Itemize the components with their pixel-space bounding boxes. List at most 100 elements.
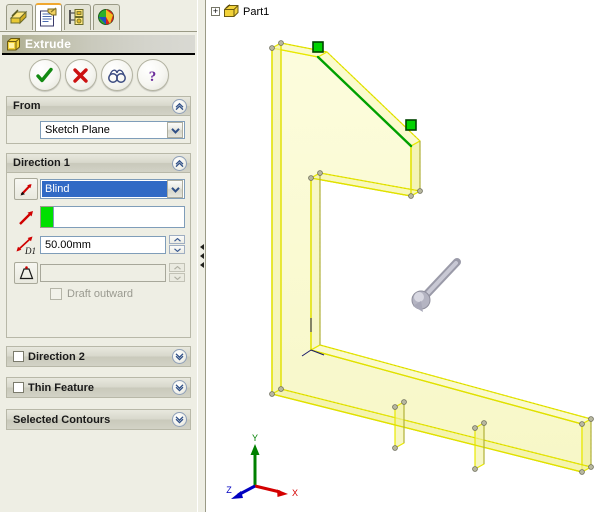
- question-icon: ?: [149, 69, 157, 85]
- vertex-dot: [481, 420, 487, 426]
- thin-feature-group-header[interactable]: Thin Feature: [7, 378, 190, 397]
- glasses-icon: [107, 69, 126, 83]
- manager-tab-strip: [0, 0, 197, 32]
- end-condition-value: Blind: [42, 181, 167, 197]
- vertex-dot: [392, 445, 398, 451]
- ok-button[interactable]: [28, 59, 61, 91]
- draft-spinner-down: [169, 273, 185, 282]
- draft-angle-input: [40, 264, 166, 282]
- chevron-down-icon: [170, 186, 180, 193]
- direction2-expand-chevron-icon[interactable]: [172, 349, 187, 364]
- reverse-direction-icon: [20, 183, 31, 195]
- vertex-dot: [579, 421, 585, 427]
- triad-y-arrow: [250, 444, 260, 455]
- chevron-down-icon: [170, 127, 180, 134]
- from-group-header[interactable]: From: [7, 97, 190, 116]
- direction2-enable-checkbox[interactable]: [13, 351, 24, 362]
- confirm-toolbar: ?: [2, 58, 195, 92]
- vertex-dot: [269, 391, 275, 397]
- selected-contours-group-header[interactable]: Selected Contours: [7, 410, 190, 429]
- from-collapse-chevron-icon[interactable]: [172, 99, 187, 114]
- display-sphere-icon: [98, 9, 114, 25]
- vertex-dot: [588, 464, 594, 470]
- splitter-arrow-icon: [199, 244, 204, 250]
- end-condition-chevron-down-icon[interactable]: [167, 180, 183, 198]
- help-button[interactable]: ?: [136, 59, 169, 91]
- direction-reference-color-swatch: [40, 206, 53, 228]
- cancel-button[interactable]: [64, 59, 97, 91]
- x-icon: [73, 67, 88, 83]
- selected-contours-group[interactable]: Selected Contours: [6, 409, 191, 430]
- chevron-down-icon: [175, 384, 184, 392]
- depth-input[interactable]: 50.00mm: [40, 236, 166, 254]
- direction2-group[interactable]: Direction 2: [6, 346, 191, 367]
- direction1-group-header[interactable]: Direction 1: [7, 154, 190, 173]
- direction1-collapse-chevron-icon[interactable]: [172, 156, 187, 171]
- from-group-body: Sketch Plane: [7, 116, 190, 145]
- drag-handle-arrow[interactable]: [411, 258, 461, 312]
- caret-up-icon: [173, 265, 181, 270]
- draft-angle-spinner: [169, 263, 185, 283]
- start-condition-value: Sketch Plane: [45, 124, 110, 136]
- property-manager-tab[interactable]: [35, 3, 62, 31]
- chevron-down-icon: [175, 353, 184, 361]
- property-clipboard-icon: [40, 7, 57, 27]
- depth-spinner-up[interactable]: [169, 235, 185, 244]
- right-end-face: [410, 140, 421, 197]
- depth-spinner-down[interactable]: [169, 245, 185, 254]
- vertex-dot: [417, 188, 423, 194]
- vertex-dot: [269, 45, 275, 51]
- draft-angle-icon: [19, 265, 33, 279]
- vertex-dot: [278, 386, 284, 392]
- svg-text:?: ?: [149, 69, 157, 85]
- direction-vector-icon: [18, 210, 33, 225]
- configuration-manager-tab[interactable]: [64, 4, 91, 30]
- splitter-arrow-icon: [199, 253, 204, 259]
- vertex-dot: [472, 425, 478, 431]
- splitter-arrow-icon: [199, 262, 204, 268]
- end-condition-combo[interactable]: Blind: [40, 179, 185, 199]
- draft-spinner-up: [169, 263, 185, 272]
- inner-wall-face: [310, 172, 321, 351]
- feature-title: Extrude: [25, 37, 72, 51]
- feature-manager-tab[interactable]: [6, 4, 33, 30]
- vertex-dot: [401, 399, 407, 405]
- left-end-face: [271, 42, 282, 395]
- graphics-viewport[interactable]: + Part1 Y X Z: [207, 0, 600, 512]
- start-condition-combo[interactable]: Sketch Plane: [40, 121, 185, 139]
- thin-feature-enable-checkbox[interactable]: [13, 382, 24, 393]
- direction2-group-header[interactable]: Direction 2: [7, 347, 190, 366]
- draft-outward-label: Draft outward: [67, 288, 134, 300]
- detailed-preview-button[interactable]: [100, 59, 133, 91]
- selected-vertex-handle: [405, 119, 417, 131]
- from-group-title: From: [13, 100, 41, 112]
- depth-d1-icon: D1: [16, 236, 36, 256]
- selected-contours-expand-chevron-icon[interactable]: [172, 412, 187, 427]
- draft-on-off-button[interactable]: [14, 262, 38, 284]
- feature-tree-icon: [9, 9, 28, 25]
- chevron-up-icon: [175, 102, 184, 111]
- check-icon: [36, 67, 53, 82]
- start-condition-chevron-down-icon[interactable]: [167, 122, 183, 138]
- display-manager-tab[interactable]: [93, 4, 120, 30]
- configuration-tree-icon: [69, 9, 84, 25]
- svg-text:D1: D1: [24, 246, 36, 256]
- coordinate-triad: Y X Z: [226, 433, 298, 499]
- triad-z-arrow: [231, 491, 243, 499]
- direction2-group-title: Direction 2: [28, 350, 85, 363]
- panel-splitter[interactable]: [197, 0, 206, 512]
- draft-outward-checkbox-row[interactable]: Draft outward: [50, 288, 185, 300]
- triad-x-label: X: [292, 488, 298, 498]
- vertex-dot: [579, 469, 585, 475]
- direction1-group-body: Blind D1 50.00mm Draft outward: [7, 173, 190, 306]
- caret-down-icon: [173, 247, 181, 252]
- selected-vertex-handle: [312, 41, 324, 53]
- direction-reference-field[interactable]: [53, 206, 185, 228]
- vertex-dot: [588, 416, 594, 422]
- direction1-group: Direction 1 Blind D1 50.00mm Draft outwa…: [6, 153, 191, 338]
- chevron-down-icon: [175, 416, 184, 424]
- thin-feature-group[interactable]: Thin Feature: [6, 377, 191, 398]
- depth-spinner[interactable]: [169, 235, 185, 255]
- thin-feature-expand-chevron-icon[interactable]: [172, 380, 187, 395]
- reverse-direction-button[interactable]: [14, 178, 38, 200]
